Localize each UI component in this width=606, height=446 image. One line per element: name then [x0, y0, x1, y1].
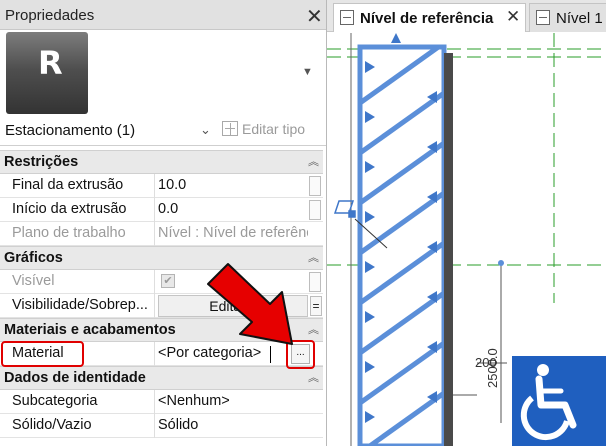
group-title: Materiais e acabamentos — [4, 322, 176, 338]
material-highlight — [1, 341, 84, 367]
param-label: Subcategoria — [12, 393, 98, 409]
collapse-chevron-icon[interactable]: ︽ — [308, 321, 319, 337]
group-restricoes[interactable]: Restrições ︽ — [0, 150, 323, 174]
drawing-canvas[interactable]: 200 2500.0 — [327, 33, 606, 446]
type-preview: R ▼ — [0, 30, 326, 115]
group-title: Restrições — [4, 154, 79, 170]
param-button[interactable] — [309, 272, 321, 292]
collapse-chevron-icon[interactable]: ︽ — [308, 369, 319, 385]
tab-nivel-1[interactable]: Nível 1 — [529, 3, 606, 32]
visible-checkbox[interactable]: ✔ — [161, 274, 175, 288]
column-divider — [154, 270, 155, 294]
selected-instance[interactable]: Estacionamento (1) — [5, 122, 135, 139]
group-title: Dados de identidade — [4, 370, 146, 386]
param-row: Subcategoria <Nenhum> — [0, 390, 323, 414]
param-value-input[interactable]: 0.0 — [158, 201, 308, 217]
tab-label: Nível de referência — [360, 10, 494, 27]
properties-panel: Propriedades ✕ R ▼ Estacionamento (1) ⌄ … — [0, 0, 327, 446]
edit-type-button[interactable]: Editar tipo — [222, 121, 305, 137]
param-row: Sólido/Vazio Sólido — [0, 414, 323, 438]
column-divider — [154, 390, 155, 414]
associate-parameter-button[interactable]: = — [310, 296, 322, 316]
param-value-input[interactable]: Sólido — [158, 417, 308, 433]
param-value-input[interactable]: <Nenhum> — [158, 393, 308, 409]
accessibility-icon — [512, 356, 606, 446]
param-value: Nível : Nível de referência — [158, 225, 308, 241]
column-divider — [154, 174, 155, 198]
param-row: Plano de trabalho Nível : Nível de refer… — [0, 222, 323, 246]
chevron-down-icon[interactable]: ⌄ — [200, 122, 211, 138]
drawing-view: Nível de referência ✕ Nível 1 200 2500.0 — [327, 0, 606, 446]
param-label: Plano de trabalho — [12, 225, 126, 241]
instance-selector[interactable]: Estacionamento (1) ⌄ Editar tipo — [0, 118, 326, 146]
column-divider — [154, 342, 155, 366]
param-label: Visibilidade/Sobrep... — [12, 297, 148, 313]
column-divider — [154, 198, 155, 222]
pin-icon — [333, 200, 356, 218]
revit-logo: R — [6, 32, 88, 114]
view-tabs: Nível de referência ✕ Nível 1 — [327, 0, 606, 32]
group-identidade[interactable]: Dados de identidade ︽ — [0, 366, 323, 390]
tab-label: Nível 1 — [556, 10, 603, 27]
tab-nivel-referencia[interactable]: Nível de referência ✕ — [333, 3, 526, 32]
param-row: Início da extrusão 0.0 — [0, 198, 323, 222]
group-title: Gráficos — [4, 250, 63, 266]
param-label: Início da extrusão — [12, 201, 127, 217]
param-value-input[interactable]: 10.0 — [158, 177, 308, 193]
column-divider — [154, 222, 155, 246]
param-button[interactable] — [309, 200, 321, 220]
param-label: Visível — [12, 273, 55, 289]
column-divider — [154, 414, 155, 438]
type-dropdown-icon[interactable]: ▼ — [302, 66, 314, 78]
param-button[interactable] — [309, 176, 321, 196]
param-label: Sólido/Vazio — [12, 417, 92, 433]
edit-type-label: Editar tipo — [242, 121, 306, 137]
column-divider — [154, 294, 155, 318]
panel-title: Propriedades — [5, 7, 95, 24]
close-icon[interactable]: ✕ — [306, 4, 323, 29]
logo-letter: R — [38, 44, 63, 82]
view-tab-icon — [340, 10, 354, 25]
param-row: Final da extrusão 10.0 — [0, 174, 323, 198]
param-label: Final da extrusão — [12, 177, 124, 193]
view-tab-icon — [536, 10, 550, 25]
collapse-chevron-icon[interactable]: ︽ — [308, 249, 319, 265]
edit-type-icon — [222, 121, 238, 136]
properties-title-bar: Propriedades ✕ — [0, 0, 326, 30]
red-arrow-icon — [207, 263, 293, 345]
close-icon[interactable]: ✕ — [506, 7, 520, 27]
collapse-chevron-icon[interactable]: ︽ — [308, 153, 319, 169]
dimension-vertical: 2500.0 — [485, 348, 500, 388]
